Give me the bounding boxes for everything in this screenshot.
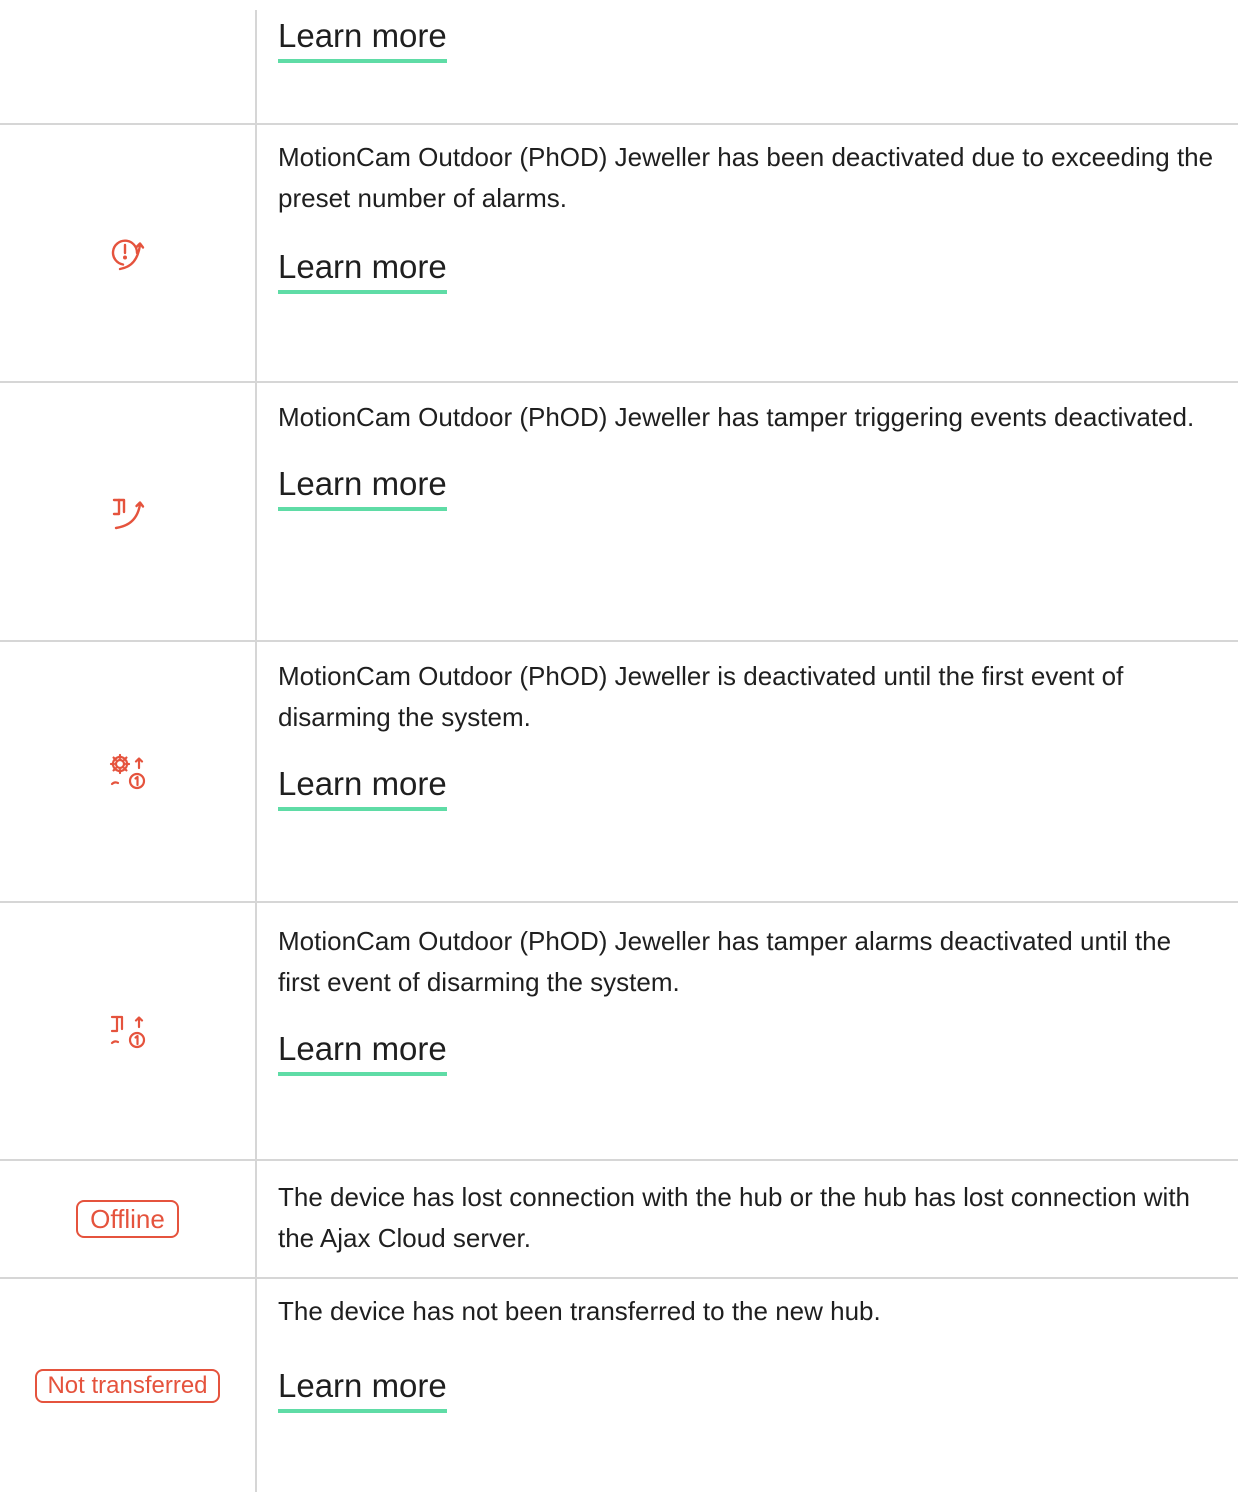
row-description: The device has lost connection with the … [278, 1182, 1191, 1253]
offline-status-badge: Offline [76, 1200, 179, 1238]
learn-more-link[interactable]: Learn more [278, 764, 447, 811]
tamper-deactivated-icon [108, 492, 148, 532]
table-row: Not transferred The device has not been … [0, 1279, 1238, 1492]
learn-more-link[interactable]: Learn more [278, 247, 447, 294]
device-status-table: Learn more MotionCam Outdoor (PhOD) Jewe… [0, 0, 1238, 1492]
row-description: MotionCam Outdoor (PhOD) Jeweller has ta… [278, 926, 1172, 997]
row-description: MotionCam Outdoor (PhOD) Jeweller has ta… [278, 402, 1195, 432]
table-row: MotionCam Outdoor (PhOD) Jeweller has ta… [0, 383, 1238, 640]
tamper-deactivated-until-disarm-icon [106, 1009, 150, 1053]
learn-more-link[interactable]: Learn more [278, 464, 447, 511]
deactivated-alarms-icon [108, 233, 148, 273]
table-row: Learn more [0, 0, 1238, 124]
learn-more-link[interactable]: Learn more [278, 16, 447, 63]
deactivated-until-disarm-icon [106, 750, 150, 794]
learn-more-link[interactable]: Learn more [278, 1366, 447, 1413]
table-row: MotionCam Outdoor (PhOD) Jeweller is dea… [0, 642, 1238, 901]
learn-more-link[interactable]: Learn more [278, 1029, 447, 1076]
row-description: MotionCam Outdoor (PhOD) Jeweller has be… [278, 142, 1214, 213]
row-description: MotionCam Outdoor (PhOD) Jeweller is dea… [278, 661, 1124, 732]
table-row: MotionCam Outdoor (PhOD) Jeweller has ta… [0, 903, 1238, 1159]
table-row: MotionCam Outdoor (PhOD) Jeweller has be… [0, 125, 1238, 381]
row-description: The device has not been transferred to t… [278, 1296, 881, 1326]
not-transferred-status-badge: Not transferred [35, 1368, 220, 1403]
table-row: Offline The device has lost connection w… [0, 1161, 1238, 1277]
